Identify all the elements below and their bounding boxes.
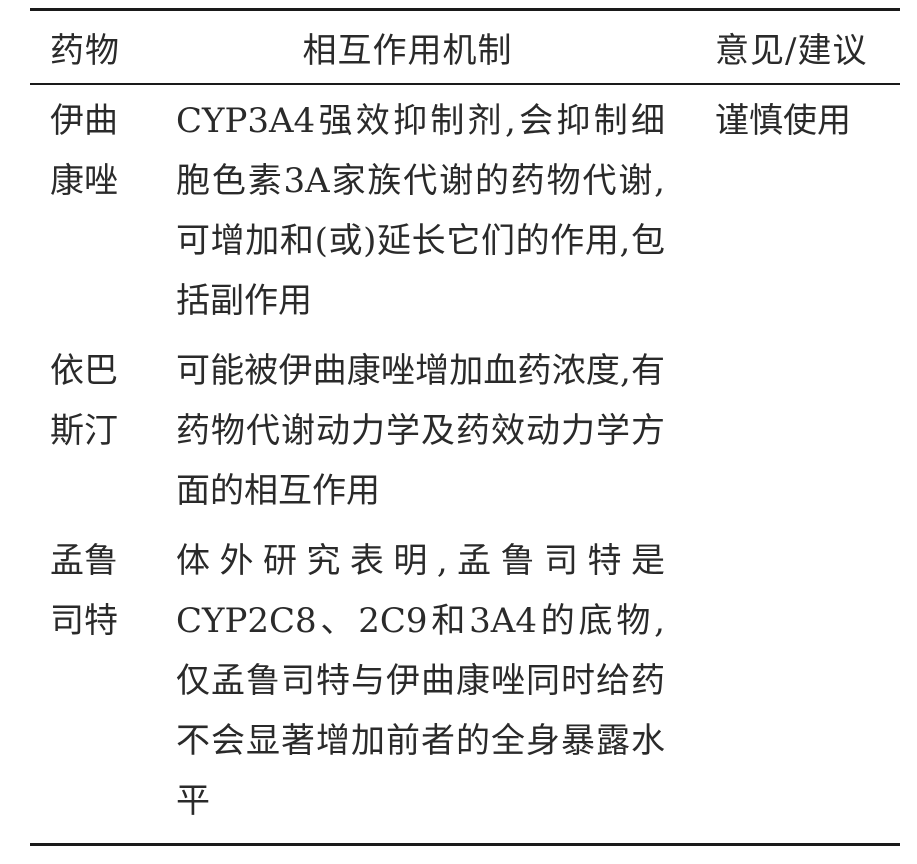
drug-cell: 依巴斯汀 [50,351,118,451]
table-row: 依巴斯汀 可能被伊曲康唑增加血药浓度,有药物代谢动力学及药效动力学方面的相互作用 [30,341,900,521]
header-advice: 意见/建议 [715,30,868,71]
mechanism-cell: 可能被伊曲康唑增加血药浓度,有药物代谢动力学及药效动力学方面的相互作用 [176,351,665,511]
drug-cell: 孟鲁司特 [50,541,118,641]
table-header-rule [30,83,900,85]
mechanism-cell: CYP3A4强效抑制剂,会抑制细胞色素3A家族代谢的药物代谢,可增加和(或)延长… [176,101,665,321]
header-drug: 药物 [50,30,120,71]
advice-cell [715,341,900,521]
table-body: 伊曲康唑 CYP3A4强效抑制剂,会抑制细胞色素3A家族代谢的药物代谢,可增加和… [30,91,900,831]
table-row: 伊曲康唑 CYP3A4强效抑制剂,会抑制细胞色素3A家族代谢的药物代谢,可增加和… [30,91,900,331]
drug-interaction-table: 药物 相互作用机制 意见/建议 伊曲康唑 CYP3A4强效抑制剂,会抑制细胞色素… [30,8,900,846]
table-header-row: 药物 相互作用机制 意见/建议 [30,11,900,83]
mechanism-cell: 体外研究表明,孟鲁司特是CYP2C8、2C9和3A4的底物,仅孟鲁司特与伊曲康唑… [176,541,665,821]
drug-cell: 伊曲康唑 [50,101,118,201]
table-bottom-rule [30,843,900,846]
header-mechanism: 相互作用机制 [302,30,513,71]
advice-cell [715,531,900,831]
advice-cell: 谨慎使用 [715,101,851,141]
table-row: 孟鲁司特 体外研究表明,孟鲁司特是CYP2C8、2C9和3A4的底物,仅孟鲁司特… [30,531,900,831]
